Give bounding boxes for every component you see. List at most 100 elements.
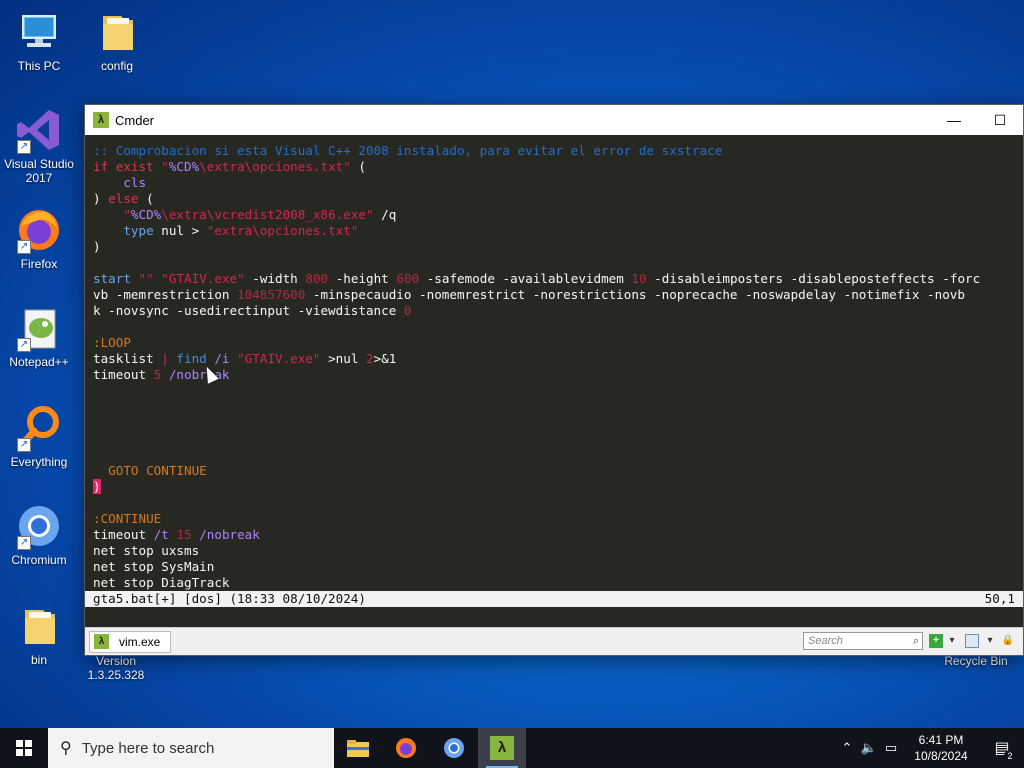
desktop-icon-version-partial: Version 1.3.25.328 [78,654,154,682]
code-token: | [161,351,169,366]
code-token: 104857600 [237,287,306,302]
terminal-editor[interactable]: :: Comprobacion si esta Visual C++ 2008 … [85,135,1023,607]
desktop-icon-everything[interactable]: ↗ Everything [0,404,78,469]
new-console-icon[interactable]: + [929,634,943,648]
desktop-icon-bin[interactable]: bin [0,602,78,667]
notification-center-button[interactable]: ▤ 2 [980,728,1024,768]
cmder-tab-bar: λ vim.exe Search ⌕ + ▾ ▾ 🔒 [85,627,1023,655]
taskbar-search-placeholder: Type here to search [81,739,215,757]
chevron-up-icon[interactable]: ⌃ [836,740,858,756]
desktop-icon-visual-studio[interactable]: ↗ Visual Studio 2017 [0,106,78,185]
desktop-icon-this-pc[interactable]: This PC [0,8,78,73]
code-token: net stop uxsms [93,543,200,558]
code-token: " [93,207,131,222]
desktop-icon-label: Visual Studio 2017 [4,157,74,185]
minimize-button[interactable]: — [931,105,977,135]
system-tray: ⌃ 🔈 ▭ 6:41 PM 10/8/2024 ▤ 2 [836,728,1024,768]
terminal-line: GOTO CONTINUE [93,463,1023,479]
code-token: " [161,159,169,174]
cmder-lambda-icon: λ [94,634,109,649]
taskbar-cmder[interactable]: λ [478,728,526,768]
code-token: 10 [631,271,647,286]
taskbar-clock[interactable]: 6:41 PM 10/8/2024 [902,732,980,764]
desktop-icon-label: Firefox [20,257,58,271]
taskbar-chromium[interactable] [430,728,478,768]
desktop-icon-label: Notepad++ [9,355,69,369]
desktop-icon-label: config [100,59,134,73]
window-titlebar[interactable]: λ Cmder — ☐ [85,105,1023,135]
layout-icon[interactable] [965,634,979,648]
search-icon: ⚲ [60,740,72,757]
taskbar-file-explorer[interactable] [334,728,382,768]
desktop-icon-notepad-plus-plus[interactable]: ↗ Notepad++ [0,304,78,369]
terminal-line: ) [93,239,1023,255]
search-icon: ⌕ [912,635,919,647]
code-token: /nobreak [191,527,260,542]
terminal-line: net stop uxsms [93,543,1023,559]
chevron-down-icon[interactable]: ▾ [983,634,997,648]
terminal-line: "%CD%\extra\vcredist2008_x86.exe" /q [93,207,1023,223]
code-token: "" [138,271,154,286]
tab-label: vim.exe [119,634,161,649]
network-icon[interactable]: ▭ [880,740,902,756]
shortcut-arrow-icon: ↗ [17,140,31,154]
code-token: tasklist [93,351,162,366]
desktop-icon-label: Everything [10,455,68,469]
desktop-icon-label: Version 1.3.25.328 [87,654,145,682]
cmder-window: λ Cmder — ☐ :: Comprobacion si esta Visu… [84,104,1024,656]
code-token: cls [93,175,147,190]
volume-icon[interactable]: 🔈 [858,740,880,756]
terminal-line: timeout 5 /nobreak [93,367,1023,383]
desktop-icon-firefox[interactable]: ↗ Firefox [0,206,78,271]
code-token: -width [244,271,306,286]
code-token: :LOOP [93,335,131,350]
terminal-line: ) [93,479,1023,495]
code-token: 0 [403,303,412,318]
code-token: else [108,191,139,206]
code-token: timeout [93,527,154,542]
terminal-line: k -novsync -usedirectinput -viewdistance… [93,303,1023,319]
taskbar: ⚲ Type here to search λ ⌃ 🔈 ▭ 6:41 PM 10… [0,728,1024,768]
code-token: 800 [305,271,329,286]
desktop-icon-config[interactable]: config [78,8,156,73]
terminal-line: vb -memrestriction 104857600 -minspecaud… [93,287,1023,303]
code-token: type [93,223,154,238]
code-token: \extra\opciones.txt" [199,159,351,174]
folder-icon [93,8,141,56]
desktop-icon-recycle-bin[interactable]: Recycle Bin [936,654,1016,668]
desktop-icon-label: This PC [17,59,61,73]
start-button[interactable] [0,728,48,768]
terminal-line: tasklist | find /i "GTAIV.exe" >nul 2>&1 [93,351,1023,367]
taskbar-firefox[interactable] [382,728,430,768]
window-title: Cmder [115,112,155,128]
shortcut-arrow-icon: ↗ [17,438,31,452]
tab-vim[interactable]: λ vim.exe [89,630,172,653]
status-cursor-position: 50,1 [984,591,1015,606]
taskbar-search-box[interactable]: ⚲ Type here to search [48,728,334,768]
code-token: net stop DiagTrack [93,575,230,590]
shortcut-arrow-icon: ↗ [17,338,31,352]
cmder-lambda-icon: λ [490,736,514,760]
status-file-info: gta5.bat[+] [dos] (18:33 08/10/2024) [93,591,366,606]
cmder-search-input[interactable]: Search ⌕ [803,632,923,650]
chevron-down-icon[interactable]: ▾ [945,634,959,648]
shortcut-arrow-icon: ↗ [17,240,31,254]
maximize-button[interactable]: ☐ [977,105,1023,135]
desktop-icon-chromium[interactable]: ↗ Chromium [0,502,78,567]
code-token: /nobreak [161,367,230,382]
code-token: net stop SysMain [93,559,215,574]
code-token: find [168,351,215,366]
code-token: ) [93,239,101,254]
terminal-line: :CONTINUE [93,511,1023,527]
lock-icon[interactable]: 🔒 [1001,634,1015,648]
terminal-line: timeout /t 15 /nobreak [93,527,1023,543]
code-token: /t [153,527,169,542]
code-token: %CD% [168,159,200,174]
terminal-line: :LOOP [93,335,1023,351]
